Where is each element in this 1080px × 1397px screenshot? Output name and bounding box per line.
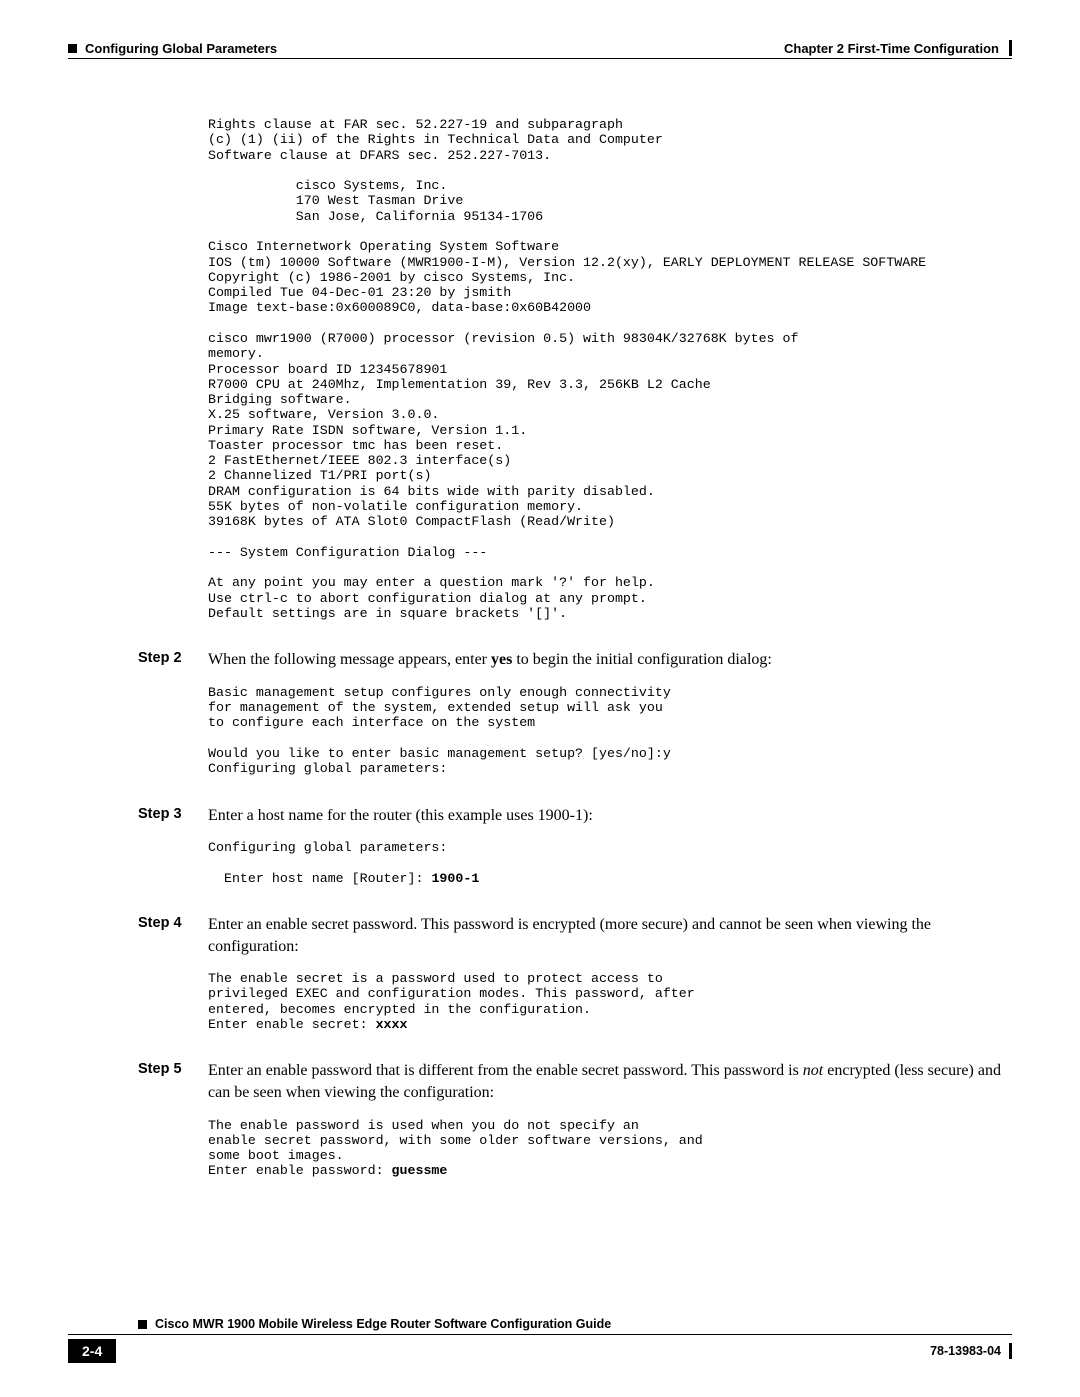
divider-icon [1009,1343,1012,1359]
step-text: Enter an enable secret password. This pa… [208,914,1012,957]
text-bold: yes [491,651,512,668]
page: Configuring Global Parameters Chapter 2 … [0,0,1080,1397]
terminal-output-1: Rights clause at FAR sec. 52.227-19 and … [208,117,1012,621]
doc-number: 78-13983-04 [930,1343,1012,1359]
text-pre: When the following message appears, ente… [208,651,491,668]
running-header: Configuring Global Parameters Chapter 2 … [68,40,1012,56]
doc-number-text: 78-13983-04 [930,1344,1001,1358]
header-left: Configuring Global Parameters [68,41,277,56]
step-row: Step 2 When the following message appear… [208,649,1012,671]
step-3: Step 3 Enter a host name for the router … [208,805,1012,886]
step-row: Step 4 Enter an enable secret password. … [208,914,1012,957]
terminal-output-5: The enable password is used when you do … [208,1118,1012,1179]
code-bold: xxxx [376,1017,408,1032]
terminal-output-2: Basic management setup configures only e… [208,685,1012,777]
step-5: Step 5 Enter an enable password that is … [208,1060,1012,1178]
step-label: Step 2 [138,649,208,669]
step-label: Step 3 [138,805,208,825]
terminal-output-4: The enable secret is a password used to … [208,971,1012,1032]
step-label: Step 4 [138,914,208,934]
text-post: to begin the initial configuration dialo… [512,651,772,668]
step-2: Step 2 When the following message appear… [208,649,1012,776]
step-text: Enter a host name for the router (this e… [208,805,1012,827]
footer-bottom: 2-4 78-13983-04 [68,1339,1012,1363]
code-pre: The enable password is used when you do … [208,1118,703,1179]
code-pre: The enable secret is a password used to … [208,971,695,1032]
text-pre: Enter an enable password that is differe… [208,1062,803,1079]
terminal-output-3: Configuring global parameters: Enter hos… [208,840,1012,886]
step-text: Enter an enable password that is differe… [208,1060,1012,1103]
header-right: Chapter 2 First-Time Configuration [784,40,1012,56]
body-content: Rights clause at FAR sec. 52.227-19 and … [208,117,1012,1179]
footer-rule [68,1334,1012,1335]
footer-title-row: Cisco MWR 1900 Mobile Wireless Edge Rout… [138,1317,1012,1331]
square-icon [68,44,77,53]
text-italic: not [803,1062,823,1079]
header-rule [68,58,1012,59]
code-bold: 1900-1 [431,871,479,886]
code-pre: Configuring global parameters: Enter hos… [208,840,447,886]
step-row: Step 5 Enter an enable password that is … [208,1060,1012,1103]
footer: Cisco MWR 1900 Mobile Wireless Edge Rout… [68,1317,1012,1363]
section-title: Configuring Global Parameters [85,41,277,56]
step-4: Step 4 Enter an enable secret password. … [208,914,1012,1032]
square-icon [138,1320,147,1329]
divider-icon [1009,40,1012,56]
chapter-title: Chapter 2 First-Time Configuration [784,41,999,56]
step-text: When the following message appears, ente… [208,649,1012,671]
page-number: 2-4 [68,1339,116,1363]
footer-guide-title: Cisco MWR 1900 Mobile Wireless Edge Rout… [155,1317,611,1331]
code-bold: guessme [392,1163,448,1178]
step-row: Step 3 Enter a host name for the router … [208,805,1012,827]
step-label: Step 5 [138,1060,208,1080]
